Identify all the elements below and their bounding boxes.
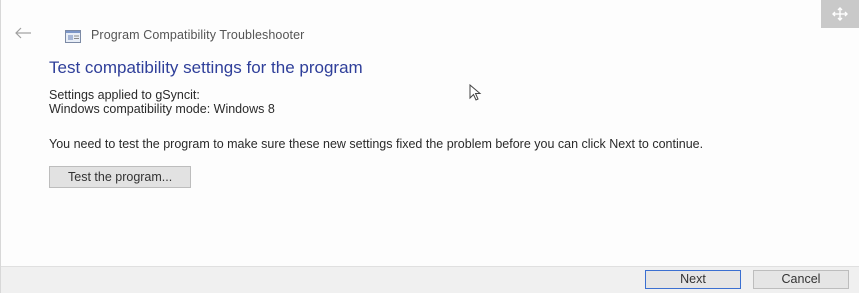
footer-bar: Next Cancel <box>1 266 859 293</box>
page-heading: Test compatibility settings for the prog… <box>49 58 363 77</box>
move-icon[interactable] <box>821 0 859 28</box>
troubleshooter-icon <box>65 30 81 43</box>
next-button[interactable]: Next <box>645 270 741 289</box>
main-content: Test compatibility settings for the prog… <box>49 58 839 188</box>
troubleshooter-window: Program Compatibility Troubleshooter Tes… <box>0 0 859 293</box>
cancel-button[interactable]: Cancel <box>753 270 849 289</box>
test-program-button[interactable]: Test the program... <box>49 166 192 188</box>
back-arrow-icon[interactable] <box>13 26 35 42</box>
title-bar: Program Compatibility Troubleshooter <box>1 0 859 60</box>
mouse-cursor-icon <box>469 83 483 107</box>
instructions-text: You need to test the program to make sur… <box>49 137 704 151</box>
compat-mode-text: Windows compatibility mode: Windows 8 <box>49 102 275 116</box>
settings-applied-text: Settings applied to gSyncit: <box>49 88 200 102</box>
window-title: Program Compatibility Troubleshooter <box>91 28 305 42</box>
